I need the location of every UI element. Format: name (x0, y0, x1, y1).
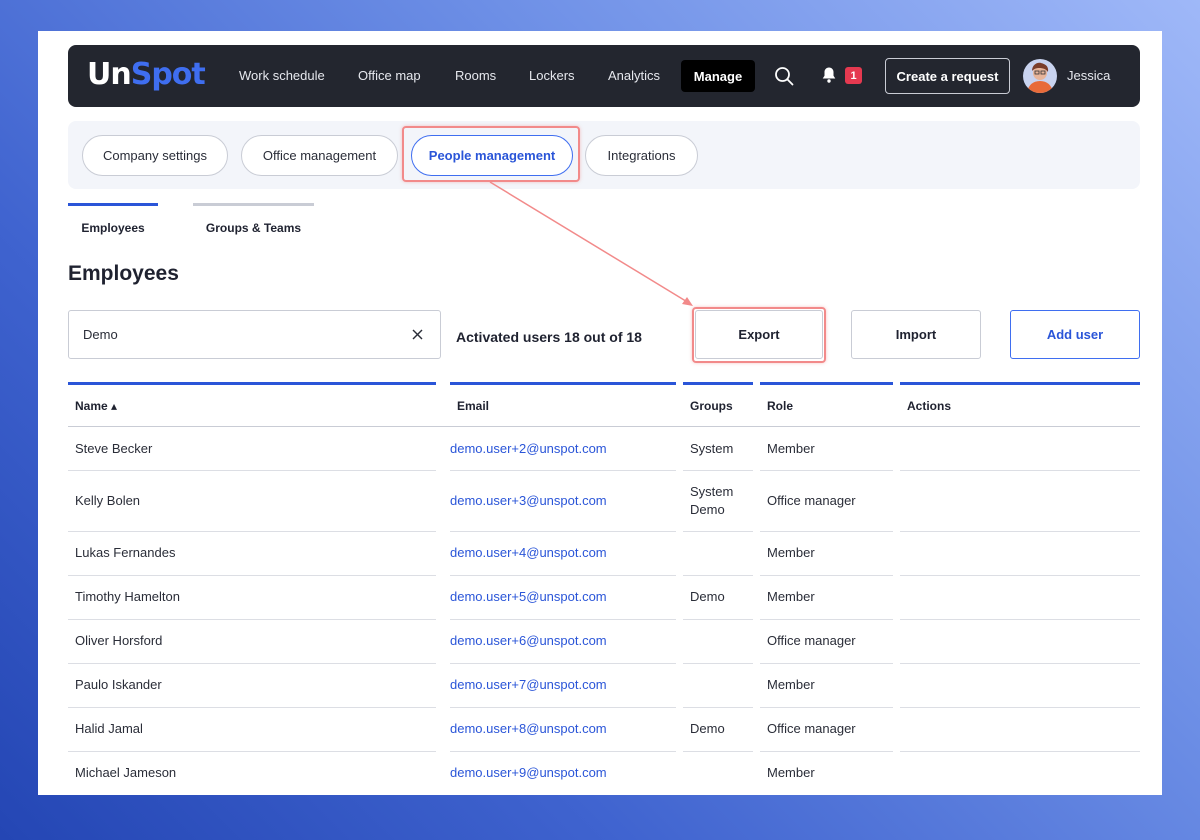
row-divider (760, 707, 893, 708)
row-divider (450, 663, 676, 664)
column-header-groups: Groups (683, 382, 753, 426)
row-divider (760, 619, 893, 620)
row-divider (68, 531, 436, 532)
cell-role: Member (767, 545, 815, 560)
cell-email[interactable]: demo.user+5@unspot.com (450, 588, 607, 606)
row-divider (68, 575, 436, 576)
add-user-button[interactable]: Add user (1010, 310, 1140, 359)
row-divider (68, 751, 436, 752)
row-divider (68, 619, 436, 620)
app-window: UnSpot Work schedule Office map Rooms Lo… (38, 31, 1162, 795)
row-divider (683, 470, 753, 471)
column-header-role: Role (760, 382, 893, 426)
cell-role: Member (767, 677, 815, 692)
row-divider (683, 663, 753, 664)
cell-role: Office manager (767, 633, 856, 648)
cell-role: Member (767, 589, 815, 604)
subtab-active-indicator (68, 203, 158, 206)
cell-email[interactable]: demo.user+7@unspot.com (450, 676, 607, 694)
row-divider (900, 575, 1140, 576)
row-divider (900, 619, 1140, 620)
row-divider (68, 663, 436, 664)
column-header-email: Email (450, 382, 676, 426)
column-header-actions: Actions (900, 382, 1140, 426)
cell-groups: System (690, 440, 734, 456)
row-divider (900, 470, 1140, 471)
cell-email[interactable]: demo.user+4@unspot.com (450, 544, 607, 562)
cell-name: Michael Jameson (75, 765, 177, 780)
row-divider (450, 575, 676, 576)
column-header-name[interactable]: Name ▴ (68, 382, 436, 426)
row-divider (450, 619, 676, 620)
cell-name: Paulo Iskander (75, 677, 162, 692)
search-input[interactable]: Demo (68, 310, 441, 359)
row-divider (683, 751, 753, 752)
cell-name: Lukas Fernandes (75, 545, 176, 560)
activated-users-count: Activated users 18 out of 18 (456, 329, 642, 345)
cell-name: Oliver Horsford (75, 633, 163, 648)
subtab-groups-teams[interactable]: Groups & Teams (193, 203, 314, 235)
row-divider (900, 663, 1140, 664)
cell-name: Halid Jamal (75, 721, 143, 736)
row-divider (68, 707, 436, 708)
cell-email[interactable]: demo.user+6@unspot.com (450, 632, 607, 650)
cell-role: Member (767, 440, 815, 456)
row-divider (683, 575, 753, 576)
row-divider (683, 707, 753, 708)
row-divider (900, 751, 1140, 752)
cell-role: Member (767, 765, 815, 780)
subtab-groups-teams-label: Groups & Teams (205, 221, 302, 235)
subtab-employees[interactable]: Employees (68, 203, 158, 235)
cell-email[interactable]: demo.user+3@unspot.com (450, 492, 607, 510)
cell-groups: System Demo (690, 483, 734, 517)
row-divider (450, 751, 676, 752)
cell-groups: Demo (690, 721, 725, 736)
cell-groups: Demo (690, 589, 725, 604)
row-divider (760, 663, 893, 664)
row-divider (760, 575, 893, 576)
subtab-employees-label: Employees (81, 221, 145, 235)
row-divider (450, 531, 676, 532)
cell-name: Steve Becker (75, 440, 153, 456)
cell-email[interactable]: demo.user+8@unspot.com (450, 720, 607, 738)
row-divider (760, 470, 893, 471)
header-divider (68, 426, 1140, 427)
row-divider (68, 470, 436, 471)
row-divider (683, 531, 753, 532)
row-divider (760, 751, 893, 752)
cell-email[interactable]: demo.user+9@unspot.com (450, 764, 607, 782)
row-divider (900, 707, 1140, 708)
close-icon[interactable] (411, 328, 424, 341)
row-divider (450, 470, 676, 471)
import-button[interactable]: Import (851, 310, 981, 359)
cell-email[interactable]: demo.user+2@unspot.com (450, 440, 607, 458)
row-divider (683, 619, 753, 620)
row-divider (900, 531, 1140, 532)
cell-role: Office manager (767, 721, 856, 736)
row-divider (760, 531, 893, 532)
cell-name: Timothy Hamelton (75, 589, 180, 604)
search-input-value: Demo (83, 327, 118, 342)
row-divider (450, 707, 676, 708)
page-title: Employees (68, 262, 179, 285)
subtab-inactive-indicator (193, 203, 314, 206)
cell-name: Kelly Bolen (75, 492, 141, 508)
highlight-export (692, 307, 826, 363)
cell-role: Office manager (767, 492, 856, 508)
